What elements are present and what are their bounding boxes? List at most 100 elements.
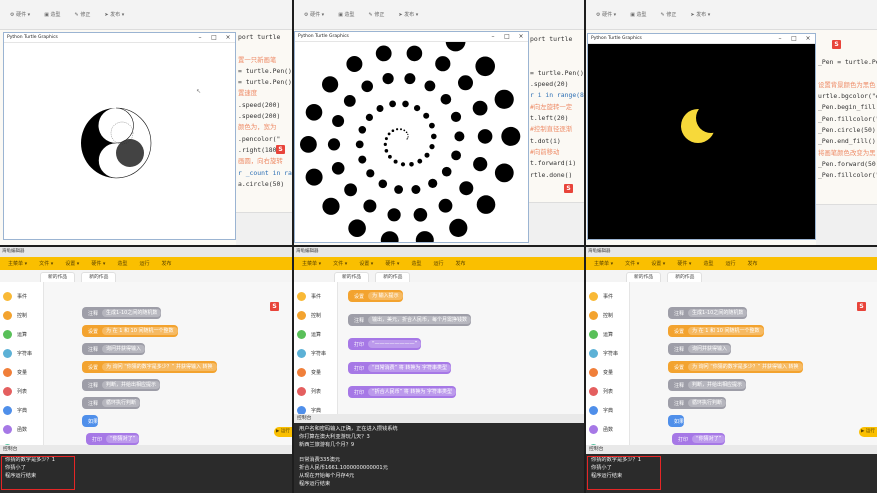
toolbar-item[interactable]: ⚙ 硬件 ▾ <box>596 11 616 18</box>
editor-menu-item[interactable]: 文件 ▾ <box>625 260 639 267</box>
category-item[interactable]: 运算 <box>297 328 321 340</box>
block-argument[interactable]: 生成1-10之间的随机数 <box>102 309 162 317</box>
block-workspace[interactable]: 注释 生成1-10之间的随机数 设置为 在 1 和 10 间随机一个整数 注释 询问并获… <box>44 282 292 445</box>
editor-menu-item[interactable]: 发布 <box>161 260 171 267</box>
category-item[interactable]: 事件 <box>3 290 27 302</box>
tab-new-work[interactable]: 新的作品 <box>667 272 703 282</box>
close-icon[interactable]: × <box>221 34 235 41</box>
editor-menu-item[interactable]: 设置 ▾ <box>651 260 665 267</box>
block-argument[interactable]: “你猜对了” <box>106 435 140 443</box>
toolbar-item[interactable]: ✎ 修正 <box>369 11 385 18</box>
code-block[interactable]: 设置为 在 1 和 10 间随机一个整数 <box>82 325 178 337</box>
close-icon[interactable]: × <box>801 35 815 42</box>
editor-menu-item[interactable]: 发布 <box>455 260 465 267</box>
editor-menu-item[interactable]: 硬件 ▾ <box>385 260 399 267</box>
tab-new-work[interactable]: 新的作品 <box>81 272 117 282</box>
editor-menu-item[interactable]: 运行 <box>433 260 443 267</box>
code-block[interactable]: 如果 <box>82 415 99 427</box>
toolbar-item[interactable]: ▣ 造型 <box>338 11 354 18</box>
category-item[interactable]: 函数 <box>589 423 613 435</box>
code-editor-2[interactable]: port turtle = turtle.Pen() .speed(20) r i … <box>528 32 584 202</box>
editor-menu-item[interactable]: 主菜单 ▾ <box>594 260 613 267</box>
category-item[interactable]: 事件 <box>589 290 613 302</box>
block-argument[interactable]: 询问并获得输入 <box>102 345 146 353</box>
run-button[interactable]: ▶ 运行 <box>274 427 292 437</box>
code-block[interactable]: 注释 生成1-10之间的随机数 <box>668 307 748 319</box>
code-block[interactable]: 注释 判断，并给出相应提示 <box>82 379 161 391</box>
category-item[interactable]: 运算 <box>589 328 613 340</box>
tab-new-work[interactable]: 新的作品 <box>40 272 76 282</box>
code-block[interactable]: 设置为 询问 “你猜的数字是多少？” 并获得输入 转换 <box>668 361 803 373</box>
block-workspace[interactable]: 注释 生成1-10之间的随机数 设置为 在 1 和 10 间随机一个整数 注释 询问并获… <box>630 282 877 445</box>
category-item[interactable]: 变量 <box>3 366 27 378</box>
toolbar-item[interactable]: ⚙ 硬件 ▾ <box>10 11 30 18</box>
maximize-icon[interactable]: □ <box>500 33 514 40</box>
category-item[interactable]: 控制 <box>297 309 321 321</box>
turtle-window-3[interactable]: Python Turtle Graphics – □ × <box>587 33 816 240</box>
block-argument[interactable]: 循环执行判断 <box>688 399 727 407</box>
tab-new-work[interactable]: 新的作品 <box>626 272 662 282</box>
code-editor-3[interactable]: _Pen = turtle.Pe 设置背景颜色为黑色 urtle.bgcolor(… <box>816 44 877 204</box>
editor-menu-item[interactable]: 硬件 ▾ <box>677 260 691 267</box>
category-item[interactable]: 控制 <box>589 309 613 321</box>
maximize-icon[interactable]: □ <box>207 34 221 41</box>
minimize-icon[interactable]: – <box>486 33 500 40</box>
toolbar-item[interactable]: ▣ 造型 <box>630 11 646 18</box>
block-argument[interactable]: 为 询问 “你猜的数字是多少？” 并获得输入 转换 <box>102 363 217 371</box>
category-item[interactable]: 变量 <box>589 366 613 378</box>
code-block[interactable]: 打印 “你猜对了” <box>86 433 140 445</box>
code-block[interactable]: 注释 生成1-10之间的随机数 <box>82 307 162 319</box>
code-block[interactable]: 打印 “折合人民币” 将 转换为 字符串类型 <box>348 386 456 398</box>
editor-menu-item[interactable]: 发布 <box>747 260 757 267</box>
code-editor-1[interactable]: port turtle 置一只新画笔 = turtle.Pen() = turtle… <box>236 30 292 212</box>
block-argument[interactable]: “日常消费” 将 转换为 字符串类型 <box>368 364 451 372</box>
code-block[interactable]: 如果 <box>668 415 685 427</box>
category-item[interactable]: 列表 <box>589 385 613 397</box>
code-block[interactable]: 打印 “日常消费” 将 转换为 字符串类型 <box>348 362 451 374</box>
toolbar-item[interactable]: ⚙ 硬件 ▾ <box>304 11 324 18</box>
editor-menu-item[interactable]: 运行 <box>725 260 735 267</box>
editor-menu-item[interactable]: 主菜单 ▾ <box>8 260 27 267</box>
editor-menu-item[interactable]: 造型 <box>703 260 713 267</box>
category-item[interactable]: 字典 <box>589 404 613 416</box>
category-item[interactable]: 变量 <box>297 366 321 378</box>
block-argument[interactable]: 询问并获得输入 <box>688 345 732 353</box>
toolbar-item[interactable]: ✎ 修正 <box>75 11 91 18</box>
block-argument[interactable]: 为 输入提示 <box>368 292 403 300</box>
toolbar-item[interactable]: ➤ 发布 ▾ <box>398 11 418 18</box>
maximize-icon[interactable]: □ <box>787 35 801 42</box>
editor-menu-item[interactable]: 硬件 ▾ <box>91 260 105 267</box>
code-block[interactable]: 设置为 输入提示 <box>348 290 403 302</box>
editor-menu-item[interactable]: 设置 ▾ <box>65 260 79 267</box>
code-block[interactable]: 注释 输出，美元，折合人民币，每个月需挣钱数 <box>348 314 472 326</box>
editor-menu-item[interactable]: 主菜单 ▾ <box>302 260 321 267</box>
block-argument[interactable]: 为 询问 “你猜的数字是多少？” 并获得输入 转换 <box>688 363 803 371</box>
editor-menu-item[interactable]: 文件 ▾ <box>39 260 53 267</box>
code-block[interactable]: 设置为 询问 “你猜的数字是多少？” 并获得输入 转换 <box>82 361 217 373</box>
editor-menu-item[interactable]: 造型 <box>117 260 127 267</box>
tab-new-work[interactable]: 新的作品 <box>375 272 411 282</box>
category-item[interactable]: 字符串 <box>589 347 618 359</box>
turtle-window-1[interactable]: Python Turtle Graphics – □ × ↖ <box>3 32 236 240</box>
block-argument[interactable]: 循环执行判断 <box>102 399 141 407</box>
block-workspace[interactable]: 设置为 输入提示 注释 输出，美元，折合人民币，每个月需挣钱数 打印 “————————… <box>338 282 584 414</box>
close-icon[interactable]: × <box>514 33 528 40</box>
minimize-icon[interactable]: – <box>773 35 787 42</box>
category-item[interactable]: 运算 <box>3 328 27 340</box>
code-block[interactable]: 设置为 在 1 和 10 间随机一个整数 <box>668 325 764 337</box>
category-item[interactable]: 列表 <box>3 385 27 397</box>
editor-menu-item[interactable]: 设置 ▾ <box>359 260 373 267</box>
editor-menu-item[interactable]: 造型 <box>411 260 421 267</box>
toolbar-item[interactable]: ✎ 修正 <box>661 11 677 18</box>
editor-menu-item[interactable]: 运行 <box>139 260 149 267</box>
code-block[interactable]: 注释 判断，并给出相应提示 <box>668 379 747 391</box>
block-argument[interactable]: “折合人民币” 将 转换为 字符串类型 <box>368 388 456 396</box>
category-item[interactable]: 控制 <box>3 309 27 321</box>
code-block[interactable]: 注释 循环执行判断 <box>82 397 141 409</box>
run-button[interactable]: ▶ 运行 <box>859 427 877 437</box>
category-item[interactable]: 列表 <box>297 385 321 397</box>
block-argument[interactable]: 输出，美元，折合人民币，每个月需挣钱数 <box>368 316 472 324</box>
block-argument[interactable]: 为 在 1 和 10 间随机一个整数 <box>102 327 178 335</box>
block-argument[interactable]: “你猜对了” <box>692 435 726 443</box>
code-block[interactable]: 注释 循环执行判断 <box>668 397 727 409</box>
